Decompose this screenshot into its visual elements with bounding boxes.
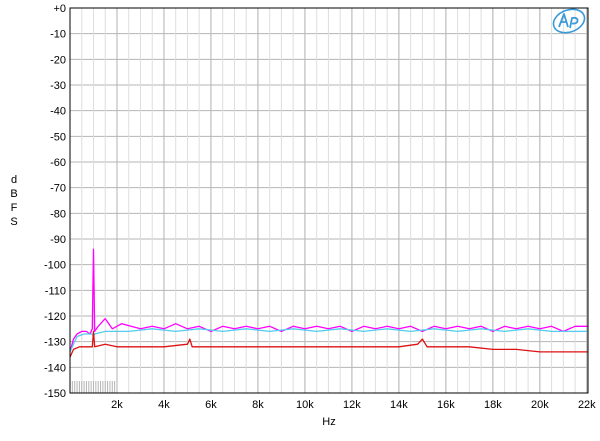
y-tick-label: -150	[44, 388, 66, 400]
x-tick-label: 10k	[296, 399, 314, 411]
y-axis-label-letter: S	[10, 216, 17, 228]
y-tick-label: -30	[50, 80, 66, 92]
spectrum-chart: +0 -10 -20 -30 -40 -50 -60 -70 -80 -90 -100 -110 -12…	[10, 3, 596, 428]
x-tick-label: 20k	[531, 399, 549, 411]
y-tick-label: -120	[44, 311, 66, 323]
y-axis-label-letter: B	[10, 188, 17, 200]
plot-background	[70, 8, 588, 393]
x-axis-label: Hz	[322, 416, 335, 428]
ap-logo	[552, 8, 586, 34]
x-tick-label: 12k	[343, 399, 361, 411]
y-tick-label: -100	[44, 260, 66, 272]
x-tick-labels: 2k 4k 6k 8k 10k 12k 14k 16k 18k 20k 22k	[111, 399, 596, 411]
x-tick-label: 2k	[111, 399, 123, 411]
y-tick-label: -50	[50, 131, 66, 143]
y-tick-label: +0	[53, 3, 66, 15]
x-tick-label: 6k	[205, 399, 217, 411]
y-tick-label: -60	[50, 157, 66, 169]
x-tick-label: 14k	[390, 399, 408, 411]
y-tick-labels: +0 -10 -20 -30 -40 -50 -60 -70 -80 -90 -100 -110 -12…	[44, 3, 66, 400]
y-tick-label: -110	[45, 285, 66, 297]
y-tick-label: -40	[50, 106, 66, 118]
x-tick-label: 4k	[158, 399, 170, 411]
y-axis-label-letter: F	[11, 202, 18, 214]
y-axis-label: dBFS	[10, 174, 17, 228]
x-tick-label: 16k	[437, 399, 455, 411]
x-tick-label: 8k	[252, 399, 264, 411]
y-tick-label: -140	[44, 362, 66, 374]
y-tick-label: -20	[50, 54, 66, 66]
y-tick-label: -70	[50, 183, 66, 195]
y-tick-label: -130	[44, 337, 66, 349]
y-tick-label: -10	[50, 29, 66, 41]
y-axis-label-letter: d	[11, 174, 17, 186]
y-tick-label: -80	[50, 208, 66, 220]
x-tick-label: 22k	[578, 399, 596, 411]
y-tick-label: -90	[50, 234, 66, 246]
x-tick-label: 18k	[484, 399, 502, 411]
